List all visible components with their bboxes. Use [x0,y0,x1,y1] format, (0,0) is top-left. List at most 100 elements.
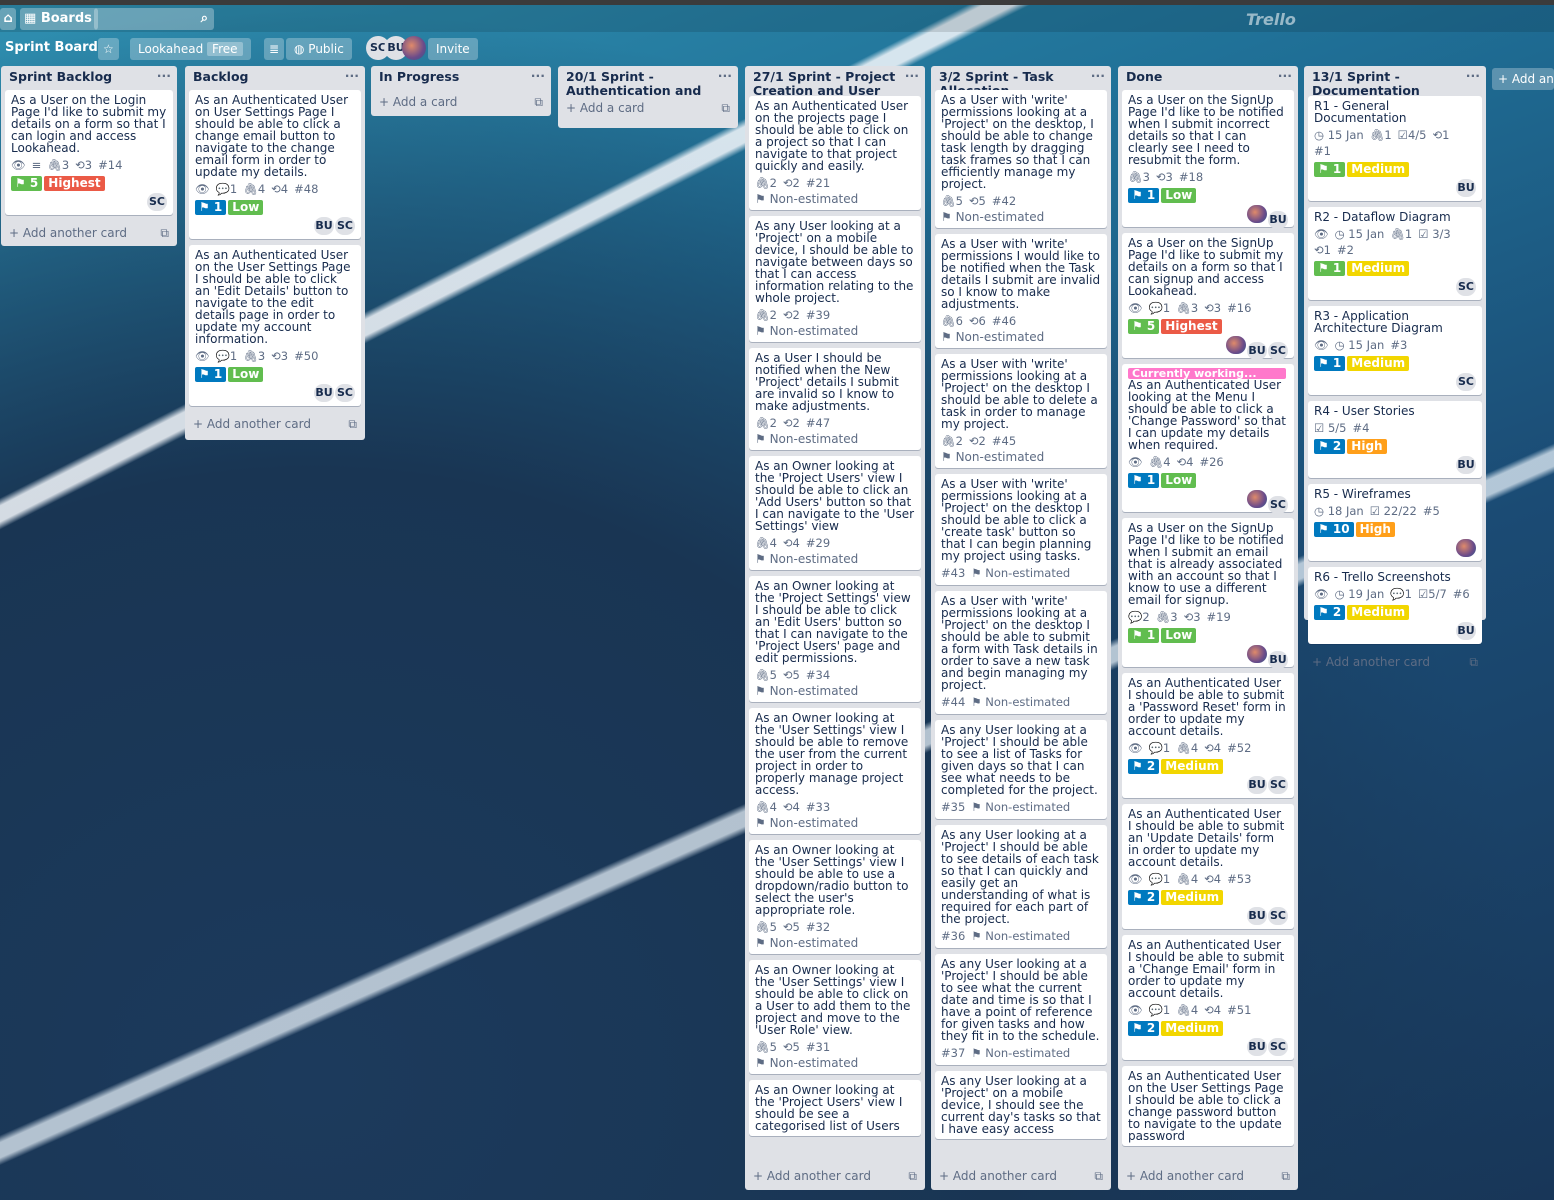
template-icon[interactable]: ⧉ [534,95,543,110]
member-avatar[interactable]: BU [1247,776,1267,794]
member-avatar[interactable]: BU [1247,1038,1267,1056]
more-icon[interactable]: ··· [718,69,732,83]
card[interactable]: Currently working... As an Authenticated … [1122,364,1294,514]
add-card-button[interactable]: + Add another card ⧉ [1118,1164,1298,1190]
member-avatar[interactable]: BU [1268,651,1288,669]
member-avatar[interactable]: SC [1456,278,1476,296]
list-header[interactable]: Backlog ··· [185,66,365,90]
list-header[interactable]: Done ··· [1118,66,1298,90]
card[interactable]: As an Authenticated User on the projects… [749,96,921,210]
card[interactable]: As an Authenticated User I should be abl… [1122,673,1294,798]
member-avatar[interactable]: BU [1247,907,1267,925]
list-title[interactable]: 3/2 Sprint - Task Allocation [939,70,1089,90]
card[interactable]: As an Owner looking at the 'Project User… [749,456,921,570]
list-header[interactable]: Sprint Backlog ··· [1,66,177,90]
card[interactable]: R4 - User Stories ☑ 5/5 #4 ⚑ 2 High BU [1308,401,1482,478]
member-avatar-photo[interactable] [1226,336,1246,354]
member-avatar[interactable]: BU [1456,622,1476,640]
add-card-button[interactable]: + Add another card ⧉ [185,412,365,438]
template-icon[interactable]: ⧉ [160,226,169,241]
more-icon[interactable]: ··· [157,69,171,83]
card[interactable]: As an Authenticated User I should be abl… [1122,935,1294,1060]
card[interactable]: As an Authenticated User on the User Set… [1122,1066,1294,1146]
card[interactable]: As a User with 'write' permissions I wou… [935,234,1107,348]
card[interactable]: As a User with 'write' permissions looki… [935,354,1107,468]
list-header[interactable]: In Progress ··· [371,66,551,90]
add-card-button[interactable]: + Add a card ⧉ [558,96,738,122]
list-header[interactable]: 3/2 Sprint - Task Allocation··· [931,66,1111,91]
template-icon[interactable]: ⧉ [908,1169,917,1184]
member-avatar[interactable]: SC [335,217,355,235]
card[interactable]: As any User looking at a 'Project' I sho… [935,825,1107,948]
card[interactable]: As a User I should be notified when the … [749,348,921,450]
team-button[interactable]: Lookahead Free [130,38,251,60]
card[interactable]: As a User on the SignUp Page I'd like to… [1122,518,1294,669]
card[interactable]: As an Owner looking at the 'User Setting… [749,708,921,834]
board-menu-button[interactable]: ≣ [264,38,285,60]
card[interactable]: As an Authenticated User I should be abl… [1122,804,1294,929]
search-input[interactable]: ⌕ [94,8,214,30]
member-avatar[interactable]: BU [314,217,334,235]
card[interactable]: As any User looking at a 'Project' on a … [935,1071,1107,1139]
member-avatar[interactable]: SC [1268,1038,1288,1056]
member-avatar[interactable]: SC [1268,776,1288,794]
card[interactable]: R1 - General Documentation ◷ 15 Jan 🖇1 ☑4/5… [1308,96,1482,201]
add-card-button[interactable]: + Add another card ⧉ [1304,650,1486,676]
card[interactable]: R3 - Application Architecture Diagram 👁 ◷ … [1308,306,1482,395]
card[interactable]: R6 - Trello Screenshots 👁 ◷ 19 Jan 💬1 ☑5/7 #6… [1308,567,1482,644]
card[interactable]: As an Owner looking at the 'Project Sett… [749,576,921,702]
card[interactable]: R5 - Wireframes ◷ 18 Jan ☑ 22/22 #5 ⚑ 10 High [1308,484,1482,561]
card[interactable]: As an Authenticated User on the User Set… [189,245,361,406]
template-icon[interactable]: ⧉ [721,101,730,116]
visibility-button[interactable]: ◍ Public [286,38,352,60]
card[interactable]: As an Authenticated User on User Setting… [189,90,361,239]
board-title[interactable]: Sprint Board [5,40,98,55]
card[interactable]: As an Owner looking at the 'User Setting… [749,960,921,1074]
member-avatar-photo[interactable] [1247,205,1267,223]
card[interactable]: As a User with 'write' permissions looki… [935,591,1107,714]
member-avatar[interactable]: SC [335,384,355,402]
home-button[interactable]: ⌂ [0,8,16,30]
card[interactable]: As a User on the SignUp Page I'd like to… [1122,90,1294,229]
add-card-button[interactable]: + Add another card ⧉ [1,221,177,247]
list-title[interactable]: 13/1 Sprint - Documentation (Done) [1312,70,1462,96]
member-avatar[interactable]: SC [1268,907,1288,925]
card[interactable]: As an Owner looking at the 'Project User… [749,1080,921,1136]
more-icon[interactable]: ··· [531,69,545,83]
list-title[interactable]: 20/1 Sprint - Authentication and Interfa… [566,70,716,96]
card[interactable]: As a User with 'write' permissions looki… [935,474,1107,585]
more-icon[interactable]: ··· [1278,69,1292,83]
member-avatar[interactable]: BU [1247,342,1267,360]
card[interactable]: As an Owner looking at the 'User Setting… [749,840,921,954]
list-title[interactable]: 27/1 Sprint - Project Creation and User … [753,70,903,96]
star-button[interactable]: ☆ [98,38,119,60]
list-title[interactable]: Done [1126,70,1276,84]
card[interactable]: As a User on the Login Page I'd like to … [5,90,173,215]
template-icon[interactable]: ⧉ [1281,1169,1290,1184]
template-icon[interactable]: ⧉ [1469,655,1478,670]
trello-logo[interactable]: Trello [1246,10,1296,29]
card[interactable]: As a User with 'write' permissions looki… [935,90,1107,228]
member-avatar-photo[interactable] [1247,490,1267,508]
more-icon[interactable]: ··· [1091,69,1105,83]
member-avatar[interactable]: SC [1456,373,1476,391]
member-avatar-photo[interactable] [402,36,426,60]
member-avatar[interactable]: SC [1268,496,1288,514]
list-header[interactable]: 20/1 Sprint - Authentication and Interfa… [558,66,738,97]
card[interactable]: As any User looking at a 'Project' I sho… [935,720,1107,819]
add-list-button[interactable]: + Add an [1492,68,1554,90]
member-avatar[interactable]: BU [314,384,334,402]
card[interactable]: As a User on the SignUp Page I'd like to… [1122,233,1294,360]
member-avatar-photo[interactable] [1456,539,1476,557]
add-card-button[interactable]: + Add another card ⧉ [745,1164,925,1190]
member-avatar[interactable]: BU [1268,211,1288,229]
boards-button[interactable]: ▦ Boards [20,8,98,30]
add-card-button[interactable]: + Add a card ⧉ [371,90,551,116]
member-avatar[interactable]: SC [1268,342,1288,360]
list-title[interactable]: In Progress [379,70,529,84]
card[interactable]: R2 - Dataflow Diagram 👁 ◷ 15 Jan 🖇1 ☑ 3/3 ⟲1 #… [1308,207,1482,300]
member-avatar[interactable]: BU [1456,456,1476,474]
card[interactable]: As any User looking at a 'Project' I sho… [935,954,1107,1065]
more-icon[interactable]: ··· [905,69,919,83]
list-title[interactable]: Sprint Backlog [9,70,159,84]
